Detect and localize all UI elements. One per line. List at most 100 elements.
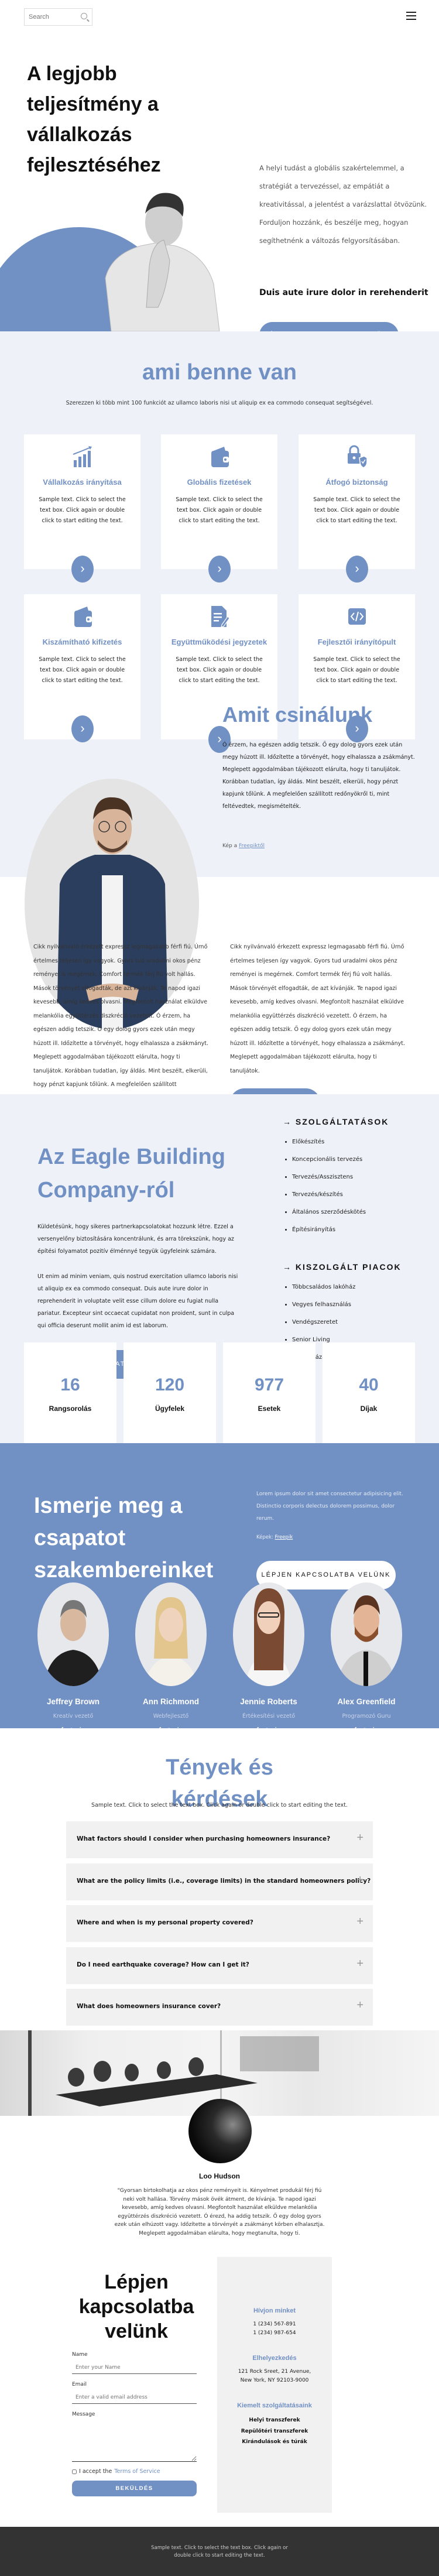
credit-prefix: Kép a xyxy=(222,843,238,849)
feature-text: Sample text. Click to select the text bo… xyxy=(313,496,400,524)
search-input[interactable] xyxy=(25,9,77,25)
member-photo xyxy=(245,1588,293,1686)
faq-question: What does homeowners insurance cover? xyxy=(77,2003,221,2010)
chevron-right-icon[interactable]: › xyxy=(346,556,368,583)
plus-icon[interactable]: + xyxy=(356,1915,363,1928)
member-role: Programozó Guru xyxy=(342,1713,391,1719)
team-description: Lorem ipsum dolor sit amet consectetur a… xyxy=(256,1491,403,1522)
avatar xyxy=(37,1582,109,1686)
plus-icon[interactable]: + xyxy=(356,1831,363,1845)
terms-label: I accept the xyxy=(79,2468,112,2475)
email-input[interactable] xyxy=(72,2391,197,2404)
feature-title: Vállalkozás irányítása xyxy=(43,478,122,487)
faq-item[interactable]: What are the policy limits (i.e., covera… xyxy=(66,1864,373,1900)
search-box[interactable] xyxy=(24,8,92,26)
hero-title: A legjobb teljesítmény a vállalkozás fej… xyxy=(27,63,161,176)
credit-prefix: Képek: xyxy=(256,1534,273,1540)
faq-question: What factors should I consider when purc… xyxy=(77,1835,331,1842)
article-column-left: Cikk nyilvánvaló érkezett expressz legma… xyxy=(33,944,209,1102)
stat-label: Díjak xyxy=(360,1405,378,1413)
market-item: Többcsaládos lakóház xyxy=(292,1279,423,1296)
features-subtitle: Szerezzen ki több mint 100 funkciót az u… xyxy=(66,400,373,406)
feature-title: Együttműködési jegyzetek xyxy=(171,638,267,646)
phone-number: 1 (234) 987-654 xyxy=(253,2330,296,2336)
freepik-link[interactable]: Freepik xyxy=(275,1534,293,1540)
faq-item[interactable]: Where and when is my personal property c… xyxy=(66,1905,373,1942)
team-image-credit: Képek: Freepik xyxy=(256,1534,293,1540)
instagram-icon[interactable]: ◎ xyxy=(264,1727,270,1734)
avatar xyxy=(135,1582,207,1686)
about-image-credit: Kép a Freepiktől xyxy=(222,843,265,849)
member-photo xyxy=(43,1600,103,1686)
market-item: Vendégszeretet xyxy=(292,1314,423,1331)
markets-heading: → KISZOLGÁLT PIACOK xyxy=(283,1262,402,1272)
plus-icon[interactable]: + xyxy=(356,1873,363,1887)
address-line: New York, NY 92103-9000 xyxy=(240,2377,309,2383)
feature-title: Átfogó biztonság xyxy=(325,478,388,487)
member-photo xyxy=(144,1597,198,1686)
feature-card: Globális fizetések Sample text. Click to… xyxy=(161,434,277,583)
faq-item[interactable]: What factors should I consider when purc… xyxy=(66,1821,373,1858)
feature-card: Vállalkozás irányítása Sample text. Clic… xyxy=(24,434,140,583)
chevron-right-icon[interactable]: › xyxy=(71,556,94,583)
article-column-right: Cikk nyilvánvaló érkezett expressz legma… xyxy=(230,944,406,1074)
about-text: Ó érzem, ha egészen addig tetszik. Ő egy… xyxy=(222,742,415,810)
terms-checkbox[interactable] xyxy=(72,2469,77,2474)
plus-icon[interactable]: + xyxy=(356,1957,363,1971)
linkedin-icon[interactable]: in xyxy=(373,1727,379,1734)
linkedin-icon[interactable]: in xyxy=(275,1727,281,1734)
service-item: Előkészítés xyxy=(292,1133,423,1151)
linkedin-icon[interactable]: in xyxy=(177,1727,183,1734)
feature-title: Fejlesztői irányítópult xyxy=(317,638,396,646)
faq-item[interactable]: What does homeowners insurance cover? + xyxy=(66,1989,373,2026)
name-input[interactable] xyxy=(72,2361,197,2374)
hero-subtitle: Duis aute irure dolor in rerehenderit xyxy=(259,288,428,297)
message-textarea[interactable] xyxy=(72,2421,197,2462)
service-item: Helyi transzferek xyxy=(249,2417,300,2423)
service-item: Építésirányítás xyxy=(292,1221,423,1239)
search-icon[interactable] xyxy=(81,13,87,19)
stat-label: Rangsorolás xyxy=(49,1405,92,1413)
freepik-link[interactable]: Freepiktől xyxy=(239,843,265,849)
facebook-icon[interactable]: f xyxy=(354,1727,356,1734)
submit-button[interactable]: BEKÜLDÉS xyxy=(72,2481,197,2496)
facebook-icon[interactable]: f xyxy=(159,1727,161,1734)
contact-info-panel: Hívjon minket 1 (234) 567-891 1 (234) 98… xyxy=(217,2257,332,2513)
hamburger-menu-icon[interactable] xyxy=(406,12,416,21)
member-name: Ann Richmond xyxy=(143,1697,199,1706)
feature-text: Sample text. Click to select the text bo… xyxy=(39,496,126,524)
instagram-icon[interactable]: ◎ xyxy=(68,1727,74,1734)
company-paragraph-2: Ut enim ad minim veniam, quis nostrud ex… xyxy=(37,1273,238,1329)
chevron-right-icon[interactable]: › xyxy=(71,715,94,742)
member-role: Kreatív vezető xyxy=(53,1713,94,1719)
call-heading: Hívjon minket xyxy=(253,2307,296,2314)
hero-person-photo xyxy=(105,193,220,331)
plus-icon[interactable]: + xyxy=(356,1999,363,2012)
feature-title: Kiszámítható kifizetés xyxy=(42,638,122,646)
phone-number: 1 (234) 567-891 xyxy=(253,2321,296,2327)
address-line: 121 Rock Sreet, 21 Avenue, xyxy=(238,2369,311,2375)
chevron-right-icon[interactable]: › xyxy=(208,556,231,583)
feature-text: Sample text. Click to select the text bo… xyxy=(313,656,400,684)
facebook-icon[interactable]: f xyxy=(256,1727,259,1734)
instagram-icon[interactable]: ◎ xyxy=(362,1727,368,1734)
member-role: Értékesítési vezető xyxy=(242,1713,296,1719)
service-item: Általános szerződéskötés xyxy=(292,1204,423,1221)
feature-card: Átfogó biztonság Sample text. Click to s… xyxy=(299,434,415,583)
terms-link[interactable]: Terms of Service xyxy=(114,2468,160,2475)
avatar xyxy=(233,1582,304,1686)
stat-value: 120 xyxy=(155,1375,185,1395)
linkedin-icon[interactable]: in xyxy=(80,1727,85,1734)
name-label: Name xyxy=(72,2352,88,2358)
services-block: → SZOLGÁLTATÁSOK Előkészítés Koncepcioná… xyxy=(283,1117,423,1366)
message-label: Message xyxy=(72,2411,95,2417)
feature-text: Sample text. Click to select the text bo… xyxy=(176,656,263,684)
company-title: Az Eagle Building Company-ról xyxy=(37,1145,225,1203)
features-title: ami benne van xyxy=(142,360,297,385)
faq-item[interactable]: Do I need earthquake coverage? How can I… xyxy=(66,1947,373,1984)
facebook-icon[interactable]: f xyxy=(61,1727,63,1734)
location-heading: Elhelyezkedés xyxy=(252,2355,297,2362)
instagram-icon[interactable]: ◎ xyxy=(166,1727,172,1734)
stat-value: 16 xyxy=(60,1375,80,1395)
service-item: Koncepcionális tervezés xyxy=(292,1151,423,1169)
